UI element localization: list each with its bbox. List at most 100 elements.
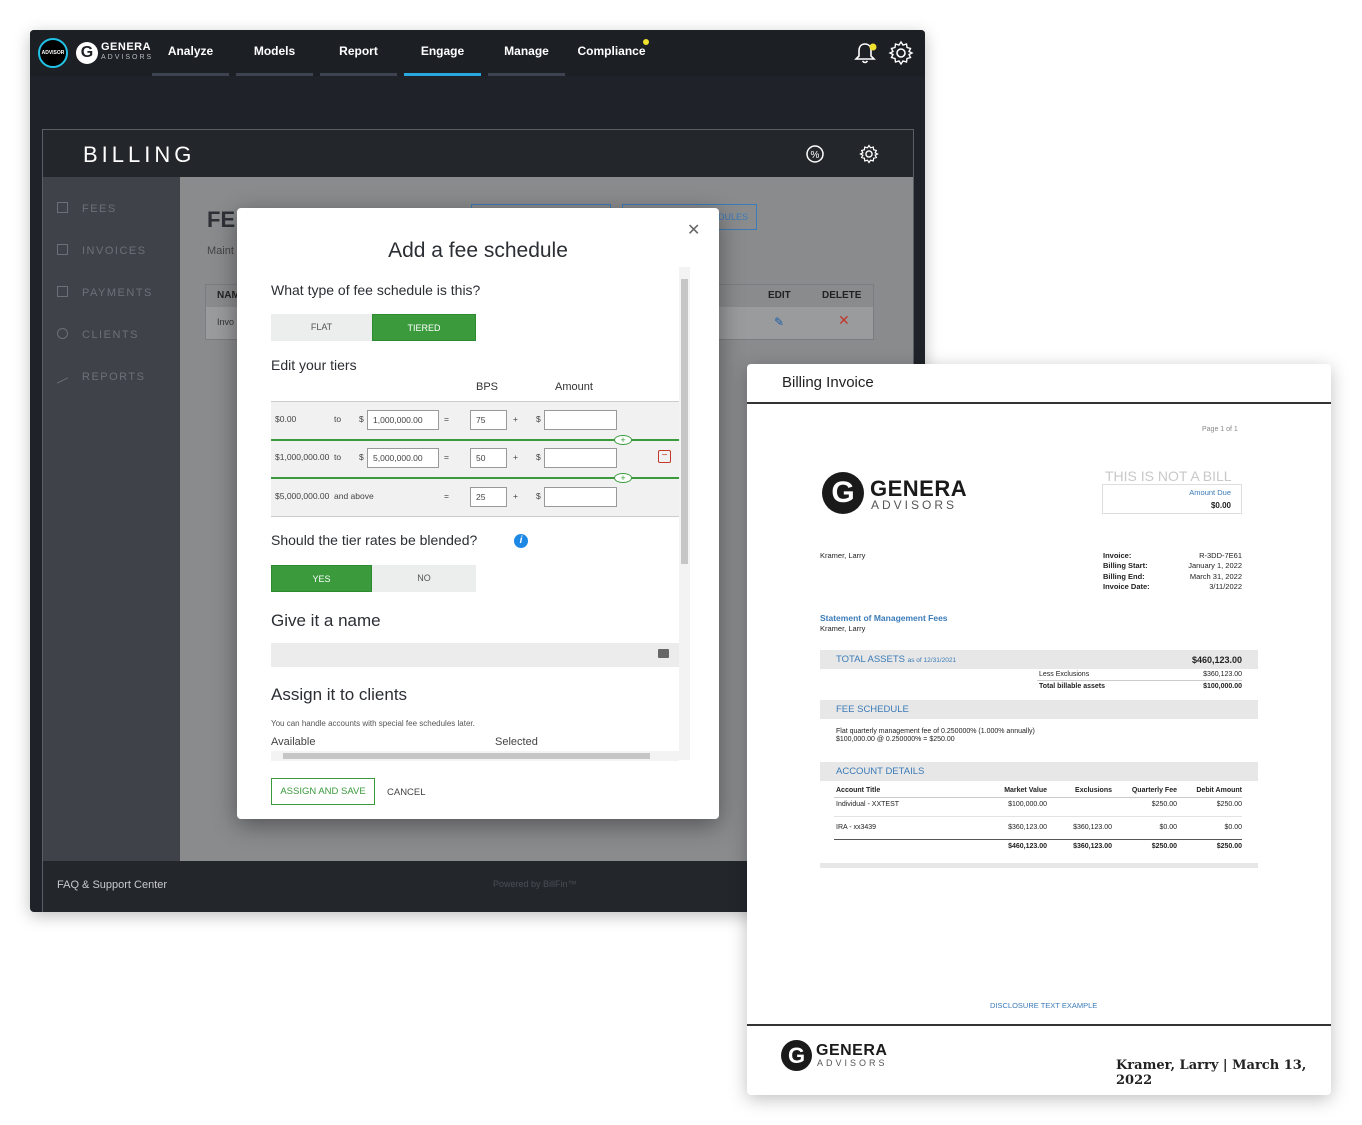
acct-col-exclusions: Exclusions <box>1075 787 1112 794</box>
blended-yes-option[interactable]: YES <box>271 565 372 592</box>
less-exclusions-value: $360,123.00 <box>1203 671 1242 678</box>
meta-label: Invoice Date: <box>1103 582 1150 591</box>
total-assets-label: TOTAL ASSETS as of 12/31/2021 <box>836 654 957 665</box>
sidebar-item-clients[interactable]: CLIENTS <box>57 325 139 345</box>
scrollbar-thumb[interactable] <box>283 753 650 759</box>
divider <box>834 816 1242 817</box>
header-rule <box>747 402 1331 404</box>
schedule-name-input[interactable] <box>271 643 679 667</box>
acct-col-title: Account Title <box>836 787 881 794</box>
scrollbar-thumb[interactable] <box>681 279 688 564</box>
tier-to-input[interactable]: 1,000,000.00 <box>367 410 439 430</box>
edit-tiers-heading: Edit your tiers <box>271 357 357 373</box>
fee-line: $100,000.00 @ 0.250000% = $250.00 <box>836 736 955 743</box>
type-question: What type of fee schedule is this? <box>271 282 481 298</box>
flat-option[interactable]: FLAT <box>271 314 372 341</box>
horizontal-scrollbar[interactable] <box>271 751 679 761</box>
meta-value: 3/11/2022 <box>1209 582 1242 591</box>
nav-report[interactable]: Report <box>320 30 397 76</box>
bell-icon[interactable] <box>852 40 878 66</box>
vertical-scrollbar[interactable] <box>679 267 690 760</box>
billing-header: BILLING % <box>43 130 913 177</box>
tier-bps-input[interactable]: 25 <box>470 487 507 507</box>
faq-support-link[interactable]: FAQ & Support Center <box>57 879 167 891</box>
nav-models[interactable]: Models <box>236 30 313 76</box>
meta-label: Billing End: <box>1103 572 1145 581</box>
less-exclusions-label: Less Exclusions <box>1039 671 1090 678</box>
svg-text:%: % <box>811 150 820 161</box>
billing-invoice-preview: Billing Invoice Page 1 of 1 G GENERA ADV… <box>747 364 1331 1095</box>
bps-column-label: BPS <box>476 381 499 393</box>
total-assets-band: TOTAL ASSETS as of 12/31/2021 $460,123.0… <box>820 650 1258 669</box>
sidebar-item-fees[interactable]: FEES <box>57 199 117 219</box>
disclosure-link[interactable]: DISCLOSURE TEXT EXAMPLE <box>990 1001 1097 1010</box>
tiered-option[interactable]: TIERED <box>372 314 476 341</box>
sidebar-item-invoices[interactable]: INVOICES <box>57 241 147 261</box>
equals-sign: = <box>444 452 449 462</box>
tier-amount-input[interactable] <box>544 410 617 430</box>
statement-title: Statement of Management Fees <box>820 613 948 623</box>
sidebar-item-reports[interactable]: REPORTS <box>57 367 145 387</box>
tier-to-word: to <box>334 414 342 424</box>
nav-analyze[interactable]: Analyze <box>152 30 229 76</box>
tier-amount-input[interactable] <box>544 448 617 468</box>
settings-gear-icon[interactable] <box>888 40 914 66</box>
delete-x-icon[interactable]: ✕ <box>838 312 850 329</box>
row-name: Invo <box>217 317 235 327</box>
close-icon[interactable]: ✕ <box>687 220 700 240</box>
meta-value: March 31, 2022 <box>1189 572 1242 581</box>
document-icon <box>57 244 68 255</box>
tier-amount-input[interactable] <box>544 487 617 507</box>
acct-cell: $250.00 <box>1151 801 1177 808</box>
footer-logo-sub: ADVISORS <box>817 1058 888 1068</box>
tier-bps-input[interactable]: 75 <box>470 410 507 430</box>
blended-question: Should the tier rates be blended? <box>271 532 478 548</box>
amount-due-label: Amount Due <box>1189 488 1231 497</box>
meta-label: Invoice: <box>1103 551 1132 560</box>
equals-sign: = <box>444 414 449 424</box>
tier-to-word: to <box>334 452 342 462</box>
acct-total: $360,123.00 <box>1073 843 1112 850</box>
acct-cell: $360,123.00 <box>1073 824 1112 831</box>
assign-note: You can handle accounts with special fee… <box>271 719 475 728</box>
genera-logo-mark: G <box>76 42 98 64</box>
more-options-icon[interactable] <box>658 649 669 658</box>
document-icon <box>57 202 68 213</box>
divider <box>834 839 1242 840</box>
tier-row: $1,000,000.00 to $ 5,000,000.00 = 50 + $ <box>271 440 679 478</box>
tier-editor: $0.00 to $ 1,000,000.00 = 75 + $ + $1,00… <box>271 401 679 517</box>
footer-logo-mark: G <box>781 1040 812 1071</box>
billing-title: BILLING <box>83 142 196 167</box>
assign-and-save-button[interactable]: ASSIGN AND SAVE <box>271 778 375 805</box>
advisor-badge[interactable]: ADVISOR <box>38 38 68 68</box>
tier-bps-input[interactable]: 50 <box>470 448 507 468</box>
billing-settings-icon[interactable] <box>859 144 879 164</box>
info-icon[interactable]: i <box>514 534 528 548</box>
client-name: Kramer, Larry <box>820 551 866 560</box>
remove-tier-minus-icon[interactable]: − <box>658 450 671 463</box>
tier-from: $1,000,000.00 <box>275 452 330 462</box>
sidebar-item-payments[interactable]: PAYMENTS <box>57 283 153 303</box>
acct-total: $460,123.00 <box>1008 843 1047 850</box>
acct-cell: Individual - XXTEST <box>836 801 900 808</box>
pencil-edit-icon[interactable]: ✎ <box>774 315 788 329</box>
cancel-button[interactable]: CANCEL <box>387 787 426 798</box>
amount-column-label: Amount <box>555 381 593 393</box>
blended-no-option[interactable]: NO <box>372 565 476 592</box>
acct-cell: $100,000.00 <box>1008 801 1047 808</box>
nav-engage[interactable]: Engage <box>404 30 481 76</box>
col-delete: DELETE <box>822 290 862 301</box>
amount-dollar: $ <box>536 491 541 501</box>
meta-value: January 1, 2022 <box>1188 561 1242 570</box>
footer-rule <box>747 1024 1331 1026</box>
plus-sign: + <box>513 414 518 424</box>
tier-to-input[interactable]: 5,000,000.00 <box>367 448 439 468</box>
tier-from: $0.00 <box>275 414 297 424</box>
compliance-dot <box>643 39 649 45</box>
percent-icon[interactable]: % <box>805 144 825 164</box>
nav-manage[interactable]: Manage <box>488 30 565 76</box>
nav-compliance[interactable]: Compliance <box>572 30 651 76</box>
billing-sidebar: FEES INVOICES PAYMENTS CLIENTS REPORTS <box>43 177 180 861</box>
equals-sign: = <box>444 491 449 501</box>
fee-line: Flat quarterly management fee of 0.25000… <box>836 728 1035 735</box>
